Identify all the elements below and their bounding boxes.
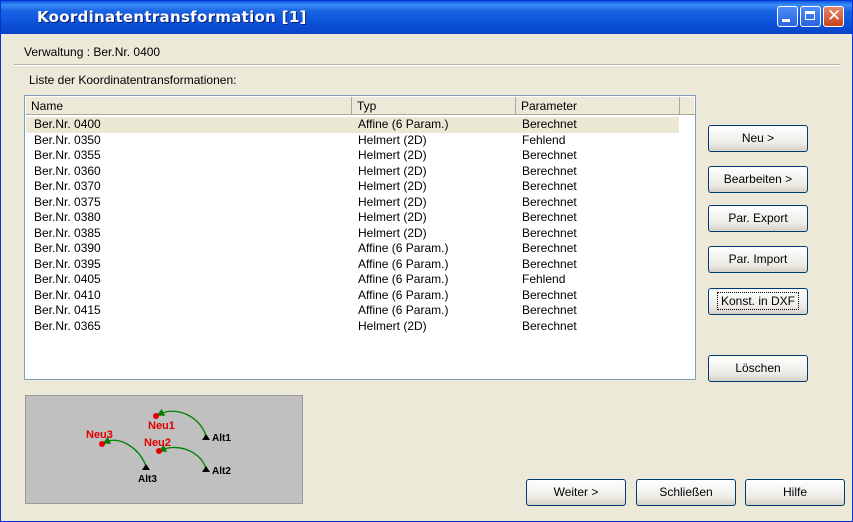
name-cell: Ber.Nr. 0375 (34, 194, 101, 209)
typ-cell: Affine (6 Param.) (358, 287, 449, 302)
name-cell: Ber.Nr. 0355 (34, 148, 101, 162)
list-item[interactable]: Ber.Nr. 0360 Helmert (2D) Berechnet (26, 163, 695, 180)
typ-cell: Affine (6 Param.) (358, 117, 449, 131)
neu-button[interactable]: Neu > (708, 125, 808, 152)
name-cell: Ber.Nr. 0380 (34, 210, 101, 224)
loeschen-button[interactable]: Löschen (708, 355, 808, 382)
transformation-list[interactable]: Name Typ Parameter Ber.Nr. 0400 Affine (6… (24, 95, 696, 380)
column-header-typ[interactable]: Typ (352, 97, 516, 115)
parameter-cell: Berechnet (522, 287, 577, 302)
minimize-button[interactable] (777, 6, 798, 27)
name-cell: Ber.Nr. 0410 (34, 287, 101, 302)
name-cell: Ber.Nr. 0400 (34, 117, 101, 131)
point-alt1 (202, 434, 210, 440)
parameter-cell: Berechnet (522, 163, 577, 178)
typ-cell: Helmert (2D) (358, 163, 427, 178)
koordinatentransformation-window: Koordinatentransformation [1] ✕ Verwaltu… (0, 0, 853, 522)
column-header-name[interactable]: Name (26, 97, 352, 115)
list-item[interactable]: Ber.Nr. 0370 Helmert (2D) Berechnet (26, 179, 695, 195)
name-cell: Ber.Nr. 0385 (34, 225, 101, 240)
parameter-cell: Fehlend (522, 272, 566, 286)
name-cell: Ber.Nr. 0415 (34, 303, 101, 317)
parameter-cell: Berechnet (522, 225, 577, 240)
label-alt3: Alt3 (138, 474, 157, 485)
par-export-button[interactable]: Par. Export (708, 205, 808, 232)
point-neu1 (153, 413, 159, 419)
title-bar[interactable]: Koordinatentransformation [1] ✕ (1, 1, 852, 34)
parameter-cell: Berechnet (522, 303, 577, 317)
label-alt1: Alt1 (212, 433, 231, 444)
diagram-svg: Neu1 Neu2 Neu3 Alt1 Alt2 Alt3 (86, 408, 231, 485)
parameter-cell: Berechnet (522, 148, 577, 162)
label-neu3: Neu3 (86, 429, 113, 441)
point-alt2 (202, 466, 210, 472)
name-cell: Ber.Nr. 0350 (34, 132, 101, 147)
parameter-cell: Berechnet (522, 194, 577, 209)
list-item[interactable]: Ber.Nr. 0375 Helmert (2D) Berechnet (26, 194, 695, 211)
parameter-cell: Berechnet (522, 318, 577, 333)
weiter-button[interactable]: Weiter > (526, 479, 626, 506)
close-button[interactable]: ✕ (823, 6, 844, 27)
list-item[interactable]: Ber.Nr. 0415 Affine (6 Param.) Berechnet (26, 303, 695, 319)
typ-cell: Helmert (2D) (358, 148, 427, 162)
point-alt3 (142, 464, 150, 470)
name-cell: Ber.Nr. 0395 (34, 256, 101, 271)
typ-cell: Affine (6 Param.) (358, 256, 449, 271)
name-cell: Ber.Nr. 0365 (34, 318, 101, 333)
label-neu2: Neu2 (144, 437, 171, 449)
typ-cell: Helmert (2D) (358, 132, 427, 147)
list-title: Liste der Koordinatentransformationen: (29, 73, 237, 87)
list-item[interactable]: Ber.Nr. 0405 Affine (6 Param.) Fehlend (26, 272, 695, 288)
typ-cell: Helmert (2D) (358, 210, 427, 224)
typ-cell: Helmert (2D) (358, 318, 427, 333)
schliessen-button[interactable]: Schließen (636, 479, 736, 506)
typ-cell: Affine (6 Param.) (358, 272, 449, 286)
parameter-cell: Berechnet (522, 179, 577, 193)
typ-cell: Affine (6 Param.) (358, 241, 449, 255)
verwaltung-label: Verwaltung : Ber.Nr. 0400 (24, 45, 161, 59)
list-item[interactable]: Ber.Nr. 0400 Affine (6 Param.) Berechnet (26, 117, 679, 133)
list-item[interactable]: Ber.Nr. 0380 Helmert (2D) Berechnet (26, 210, 695, 226)
label-alt2: Alt2 (212, 466, 231, 477)
name-cell: Ber.Nr. 0390 (34, 241, 101, 255)
column-header-filler (680, 97, 695, 115)
parameter-cell: Berechnet (522, 256, 577, 271)
list-item[interactable]: Ber.Nr. 0355 Helmert (2D) Berechnet (26, 148, 695, 164)
list-item[interactable]: Ber.Nr. 0390 Affine (6 Param.) Berechnet (26, 241, 695, 257)
parameter-cell: Fehlend (522, 132, 566, 147)
typ-cell: Affine (6 Param.) (358, 303, 449, 317)
point-neu3 (99, 441, 105, 447)
parameter-cell: Berechnet (522, 241, 577, 255)
konst-in-dxf-label: Konst. in DXF (716, 292, 800, 310)
hilfe-button[interactable]: Hilfe (745, 479, 845, 506)
column-header-parameter[interactable]: Parameter (516, 97, 680, 115)
typ-cell: Helmert (2D) (358, 194, 427, 209)
name-cell: Ber.Nr. 0405 (34, 272, 101, 286)
arrow-alt3-neu3 (102, 436, 147, 467)
bearbeiten-button[interactable]: Bearbeiten > (708, 166, 808, 193)
parameter-cell: Berechnet (522, 210, 577, 224)
list-rows: Ber.Nr. 0400 Affine (6 Param.) Berechnet Be… (26, 117, 695, 335)
label-neu1: Neu1 (148, 420, 175, 432)
typ-cell: Helmert (2D) (358, 225, 427, 240)
list-item[interactable]: Ber.Nr. 0365 Helmert (2D) Berechnet (26, 318, 695, 335)
close-icon: ✕ (827, 6, 842, 26)
typ-cell: Helmert (2D) (358, 179, 427, 193)
parameter-cell: Berechnet (522, 117, 577, 131)
list-item[interactable]: Ber.Nr. 0395 Affine (6 Param.) Berechnet (26, 256, 695, 273)
maximize-button[interactable] (800, 6, 821, 27)
window-title: Koordinatentransformation [1] (37, 8, 307, 26)
separator (14, 64, 840, 66)
transformation-diagram: Neu1 Neu2 Neu3 Alt1 Alt2 Alt3 (25, 395, 303, 504)
list-item[interactable]: Ber.Nr. 0410 Affine (6 Param.) Berechnet (26, 287, 695, 304)
name-cell: Ber.Nr. 0360 (34, 163, 101, 178)
list-item[interactable]: Ber.Nr. 0385 Helmert (2D) Berechnet (26, 225, 695, 242)
konst-in-dxf-button[interactable]: Konst. in DXF (708, 288, 808, 315)
list-header: Name Typ Parameter (26, 97, 695, 115)
par-import-button[interactable]: Par. Import (708, 246, 808, 273)
name-cell: Ber.Nr. 0370 (34, 179, 101, 193)
arrow-alt2-neu2 (158, 444, 207, 469)
list-item[interactable]: Ber.Nr. 0350 Helmert (2D) Fehlend (26, 132, 695, 149)
